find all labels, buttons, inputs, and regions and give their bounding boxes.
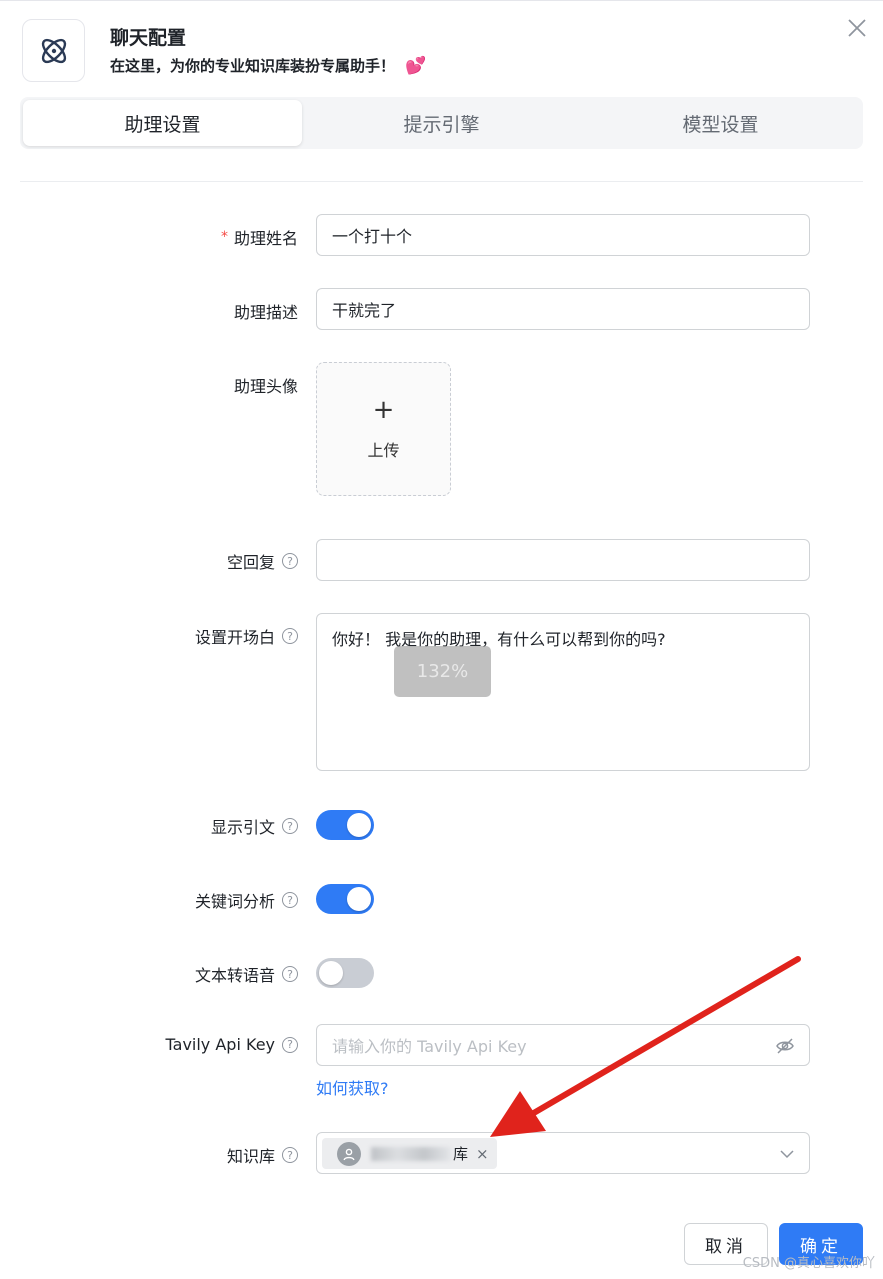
- tab-model-settings[interactable]: 模型设置: [581, 100, 860, 146]
- assistant-name-input[interactable]: 一个打十个: [316, 214, 810, 256]
- tab-bar: 助理设置 提示引擎 模型设置: [20, 97, 863, 149]
- dialog-subtitle: 在这里，为你的专业知识库装扮专属助手！ 💕: [110, 55, 426, 76]
- chat-config-dialog: 聊天配置 在这里，为你的专业知识库装扮专属助手！ 💕 助理设置 提示引擎 模型设置…: [0, 0, 883, 1279]
- avatar-upload-button[interactable]: + 上传: [316, 362, 451, 496]
- empty-reply-label: 空回复 ?: [227, 549, 298, 573]
- how-to-get-link[interactable]: 如何获取?: [316, 1075, 389, 1099]
- keyword-analysis-toggle[interactable]: [316, 884, 374, 914]
- header-divider: [20, 181, 863, 182]
- help-icon[interactable]: ?: [282, 553, 298, 569]
- tts-toggle[interactable]: [316, 958, 374, 988]
- required-mark: *: [220, 229, 228, 245]
- assistant-name-label: * 助理姓名: [221, 225, 298, 249]
- opening-line-textarea[interactable]: 你好！ 我是你的助理，有什么可以帮到你的吗?: [316, 613, 810, 771]
- tavily-api-key-input[interactable]: 请输入你的 Tavily Api Key: [316, 1024, 810, 1066]
- tavily-placeholder: 请输入你的 Tavily Api Key: [332, 1037, 527, 1056]
- show-citation-toggle[interactable]: [316, 810, 374, 840]
- toggle-knob: [347, 813, 371, 837]
- keyword-analysis-label: 关键词分析 ?: [195, 888, 298, 912]
- eye-off-icon[interactable]: [775, 1036, 795, 1056]
- help-icon[interactable]: ?: [282, 628, 298, 644]
- tavily-api-key-label-text: Tavily Api Key: [165, 1035, 275, 1054]
- help-icon[interactable]: ?: [282, 1036, 298, 1053]
- heart-icon: 💕: [405, 56, 427, 76]
- help-icon[interactable]: ?: [282, 1147, 298, 1163]
- show-citation-label-text: 显示引文: [210, 818, 275, 837]
- help-icon[interactable]: ?: [282, 892, 298, 908]
- help-icon[interactable]: ?: [282, 818, 298, 834]
- close-icon[interactable]: [846, 17, 868, 39]
- keyword-analysis-label-text: 关键词分析: [194, 892, 275, 911]
- zoom-overlay: 132%: [394, 646, 491, 697]
- tag-close-icon[interactable]: ×: [476, 1145, 489, 1163]
- atom-icon: [41, 38, 66, 63]
- watermark: CSDN @真心喜欢你吖: [742, 1256, 875, 1271]
- tavily-api-key-label: Tavily Api Key ?: [166, 1035, 298, 1054]
- knowledge-base-tag: 库 ×: [322, 1138, 497, 1169]
- empty-reply-label-text: 空回复: [226, 553, 275, 572]
- toggle-knob: [319, 961, 343, 985]
- tab-assistant-settings[interactable]: 助理设置: [23, 100, 302, 146]
- redacted-name: [371, 1146, 451, 1161]
- logo: [22, 19, 85, 82]
- tts-label-text: 文本转语音: [194, 966, 275, 985]
- empty-reply-input[interactable]: [316, 539, 810, 581]
- knowledge-base-label: 知识库 ?: [227, 1143, 298, 1167]
- tag-label: 库: [453, 1145, 469, 1163]
- user-icon: [337, 1141, 361, 1166]
- assistant-description-input[interactable]: 干就完了: [316, 288, 810, 330]
- plus-icon: +: [372, 395, 395, 425]
- upload-label: 上传: [367, 441, 400, 460]
- opening-line-label: 设置开场白 ?: [195, 624, 298, 648]
- assistant-name-label-text: 助理姓名: [233, 229, 298, 248]
- opening-line-label-text: 设置开场白: [194, 628, 275, 647]
- help-icon[interactable]: ?: [282, 966, 298, 982]
- tts-label: 文本转语音 ?: [195, 962, 298, 986]
- subtitle-text: 在这里，为你的专业知识库装扮专属助手！: [110, 57, 396, 75]
- chevron-down-icon[interactable]: [779, 1146, 795, 1162]
- show-citation-label: 显示引文 ?: [211, 814, 298, 838]
- knowledge-base-label-text: 知识库: [226, 1147, 275, 1166]
- toggle-knob: [347, 887, 371, 911]
- knowledge-base-select[interactable]: 库 ×: [316, 1132, 810, 1174]
- assistant-avatar-label: 助理头像: [233, 377, 298, 396]
- assistant-description-label: 助理描述: [233, 303, 298, 322]
- tab-prompt-engine[interactable]: 提示引擎: [302, 100, 581, 146]
- dialog-title: 聊天配置: [110, 27, 187, 49]
